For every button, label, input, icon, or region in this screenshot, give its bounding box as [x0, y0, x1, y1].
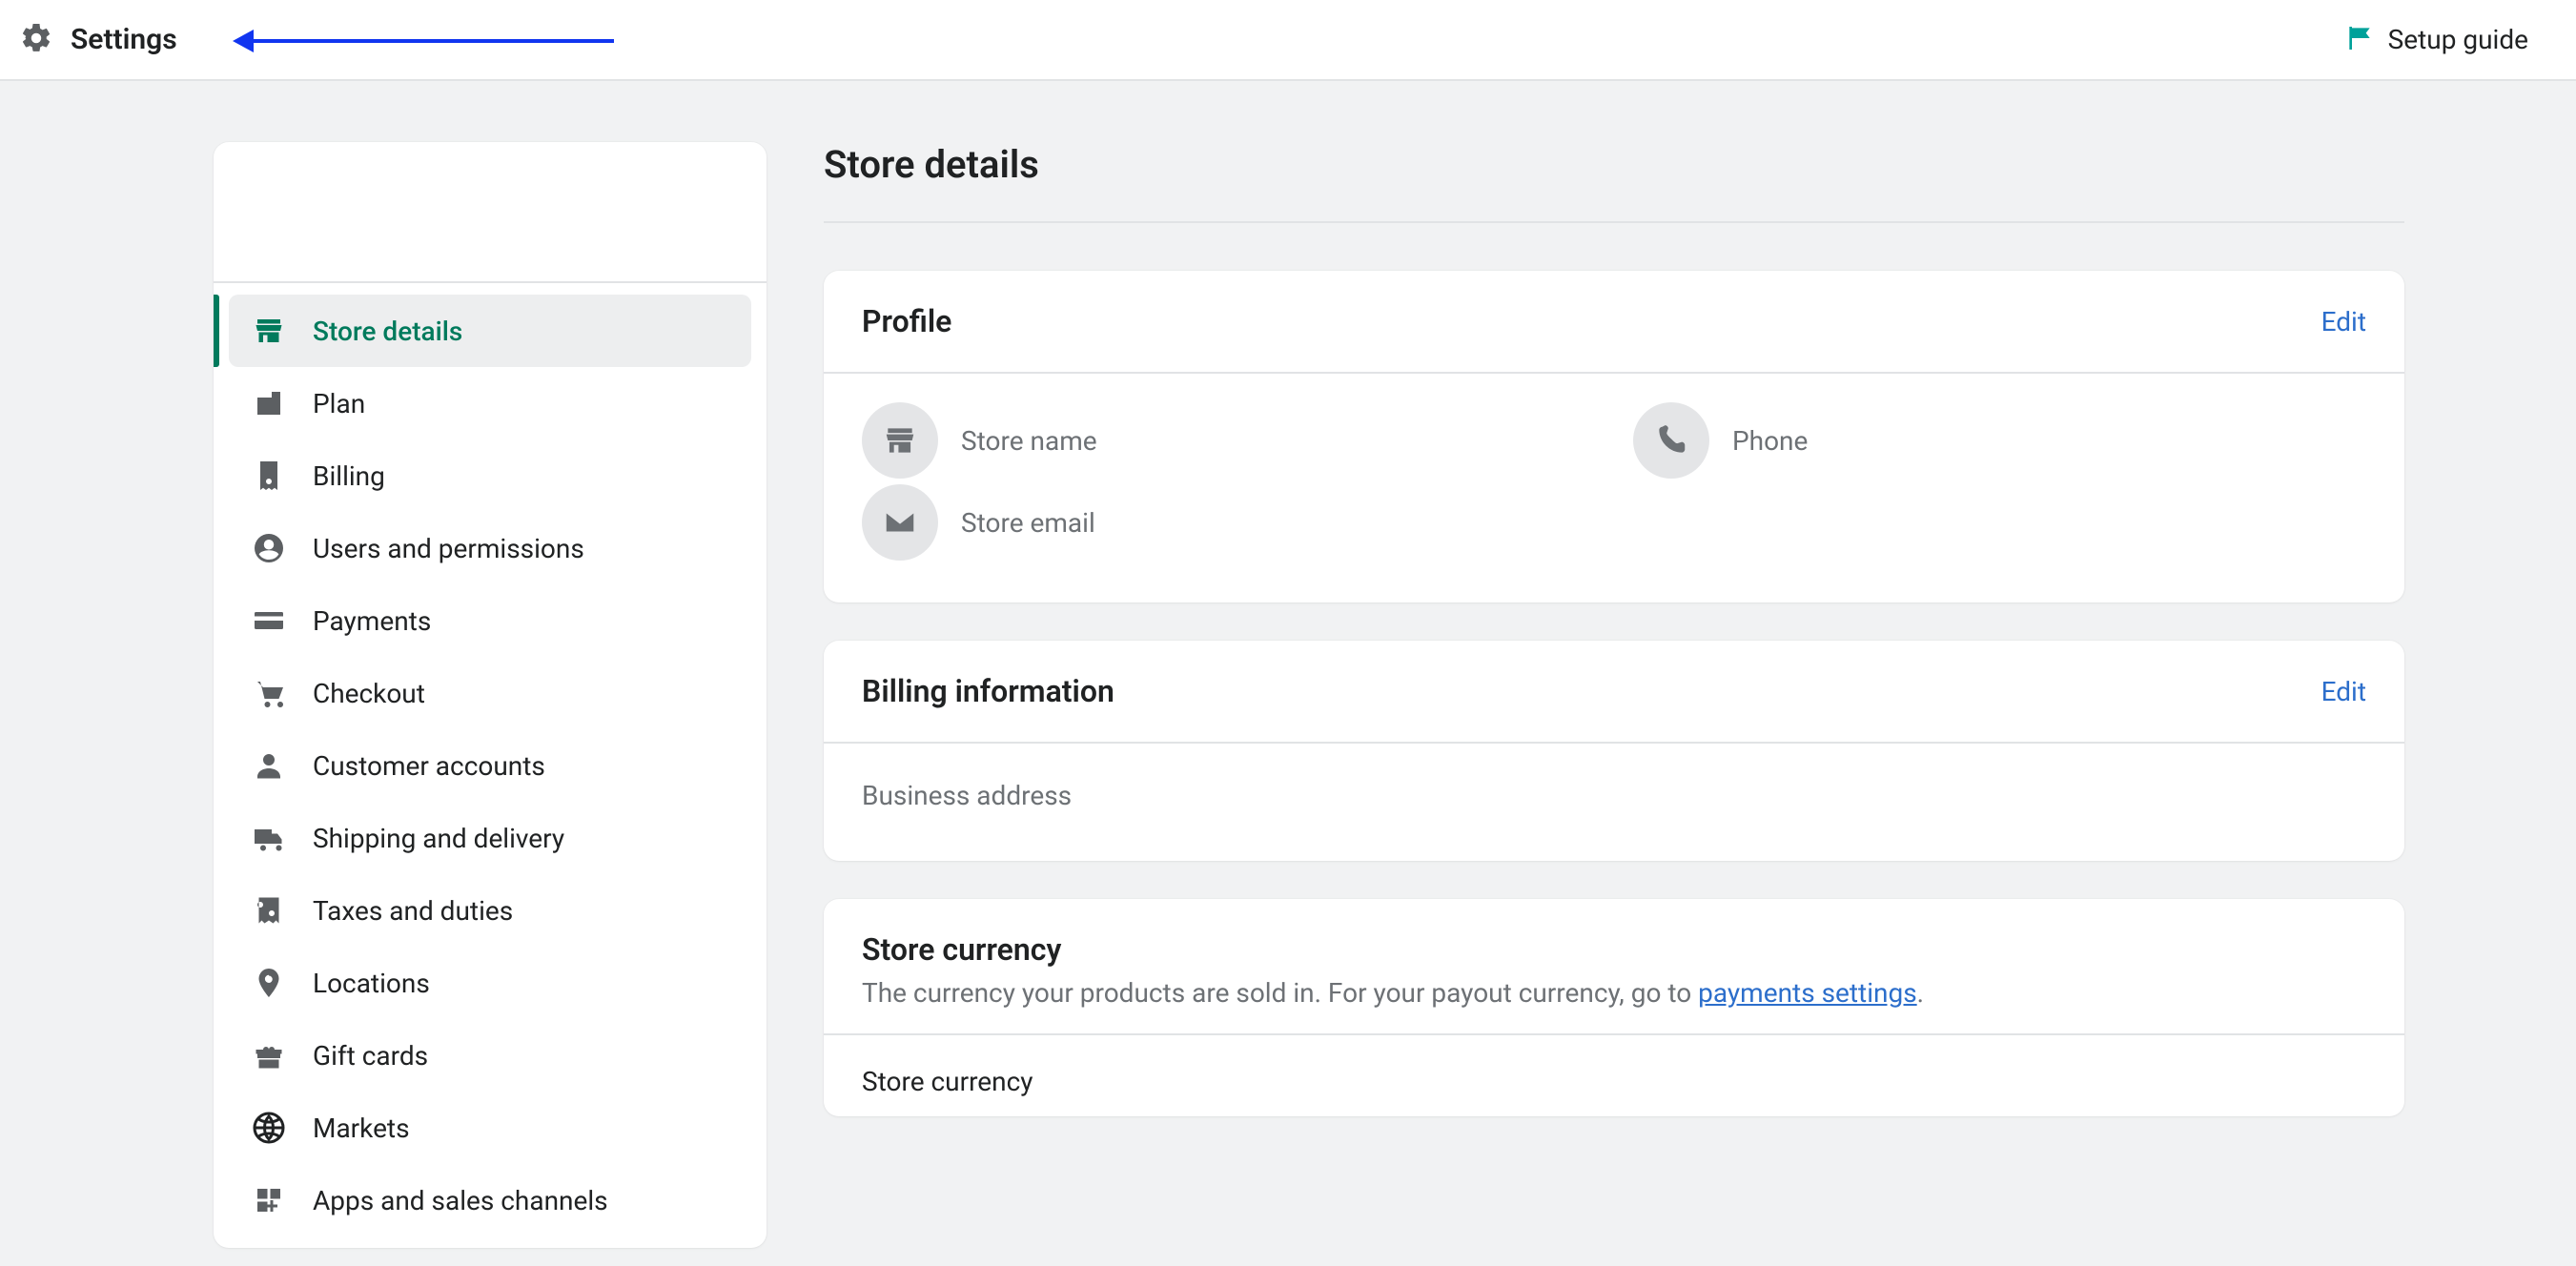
- sidebar-item-gift-cards[interactable]: Gift cards: [229, 1019, 751, 1092]
- sidebar-item-label: Gift cards: [313, 1040, 428, 1072]
- main-content: Store details Profile Edit Store name Ph…: [824, 142, 2404, 1154]
- pin-icon: [250, 964, 288, 1002]
- billing-edit-link[interactable]: Edit: [2321, 676, 2366, 707]
- phone-field: Phone: [1633, 402, 2366, 479]
- profile-title: Profile: [862, 303, 951, 339]
- globe-icon: [250, 1109, 288, 1147]
- sidebar-item-billing[interactable]: Billing: [229, 439, 751, 512]
- sidebar-item-customer-accounts[interactable]: Customer accounts: [229, 729, 751, 802]
- user-circle-icon: [250, 529, 288, 567]
- store-icon: [250, 312, 288, 350]
- mail-icon: [862, 484, 938, 561]
- store-name-label: Store name: [961, 425, 1097, 457]
- settings-sidebar: Store details Plan Billing Users and per…: [214, 142, 767, 1248]
- page-title: Store details: [824, 142, 2404, 223]
- store-email-field: Store email: [862, 484, 1595, 561]
- sidebar-item-label: Billing: [313, 460, 385, 492]
- cart-icon: [250, 674, 288, 712]
- sidebar-item-label: Users and permissions: [313, 533, 584, 564]
- apps-icon: [250, 1181, 288, 1219]
- sidebar-item-label: Payments: [313, 605, 431, 637]
- store-name-field: Store name: [862, 402, 1595, 479]
- sidebar-item-markets[interactable]: Markets: [229, 1092, 751, 1164]
- setup-guide-link[interactable]: Setup guide: [2344, 23, 2557, 57]
- sidebar-item-store-details[interactable]: Store details: [229, 295, 751, 367]
- sidebar-item-locations[interactable]: Locations: [229, 947, 751, 1019]
- percent-icon: [250, 891, 288, 929]
- sidebar-item-payments[interactable]: Payments: [229, 584, 751, 657]
- payments-settings-link[interactable]: payments settings: [1698, 977, 1916, 1009]
- profile-edit-link[interactable]: Edit: [2321, 306, 2366, 337]
- sidebar-item-label: Plan: [313, 388, 365, 419]
- person-icon: [250, 746, 288, 785]
- phone-icon: [1633, 402, 1709, 479]
- store-email-label: Store email: [961, 507, 1095, 539]
- gift-icon: [250, 1036, 288, 1074]
- phone-label: Phone: [1732, 425, 1808, 457]
- profile-card: Profile Edit Store name Phone Store ema: [824, 271, 2404, 602]
- receipt-icon: [250, 457, 288, 495]
- sidebar-item-label: Taxes and duties: [313, 895, 513, 927]
- business-address-label: Business address: [862, 780, 2366, 811]
- currency-description: The currency your products are sold in. …: [862, 977, 2366, 1009]
- billing-card: Billing information Edit Business addres…: [824, 641, 2404, 861]
- sidebar-item-users[interactable]: Users and permissions: [229, 512, 751, 584]
- sidebar-item-label: Store details: [313, 316, 462, 347]
- card-icon: [250, 602, 288, 640]
- sidebar-list: Store details Plan Billing Users and per…: [214, 283, 767, 1248]
- store-icon: [862, 402, 938, 479]
- arrow-annotation: [233, 35, 614, 45]
- sidebar-item-apps[interactable]: Apps and sales channels: [229, 1164, 751, 1236]
- sidebar-item-label: Apps and sales channels: [313, 1185, 608, 1216]
- truck-icon: [250, 819, 288, 857]
- setup-guide-label: Setup guide: [2388, 24, 2528, 55]
- page-settings-title: Settings: [71, 23, 177, 56]
- store-currency-label: Store currency: [862, 1066, 2366, 1097]
- currency-desc-prefix: The currency your products are sold in. …: [862, 977, 1698, 1009]
- sidebar-item-shipping[interactable]: Shipping and delivery: [229, 802, 751, 874]
- sidebar-item-checkout[interactable]: Checkout: [229, 657, 751, 729]
- sidebar-item-label: Customer accounts: [313, 750, 545, 782]
- sidebar-item-label: Locations: [313, 968, 430, 999]
- currency-desc-suffix: .: [1917, 977, 1924, 1009]
- plan-icon: [250, 384, 288, 422]
- sidebar-item-plan[interactable]: Plan: [229, 367, 751, 439]
- topbar: Settings Setup guide: [0, 0, 2576, 81]
- flag-icon: [2344, 23, 2375, 57]
- billing-title: Billing information: [862, 673, 1114, 709]
- sidebar-item-taxes[interactable]: Taxes and duties: [229, 874, 751, 947]
- currency-card: Store currency The currency your product…: [824, 899, 2404, 1116]
- currency-title: Store currency: [862, 931, 2366, 968]
- topbar-left: Settings: [19, 21, 614, 59]
- sidebar-item-label: Shipping and delivery: [313, 823, 564, 854]
- sidebar-item-label: Checkout: [313, 678, 425, 709]
- gear-icon: [19, 21, 53, 59]
- sidebar-item-label: Markets: [313, 1113, 410, 1144]
- sidebar-header: [214, 142, 767, 283]
